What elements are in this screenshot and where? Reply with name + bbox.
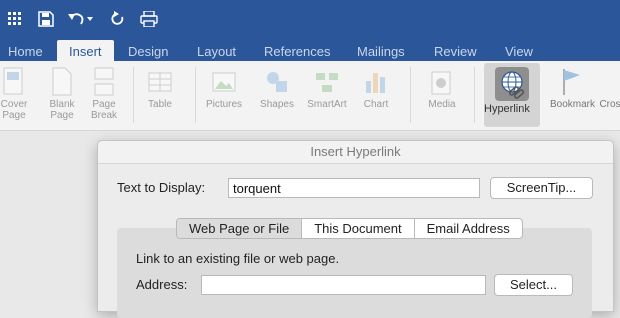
text-to-display-field[interactable]: torquent [228, 178, 480, 198]
bookmark-icon [558, 67, 584, 97]
link-type-segmented-control: Web Page or File This Document Email Add… [176, 218, 523, 239]
ribbon-separator [474, 67, 475, 123]
cross-reference-button[interactable]: Cros [598, 61, 620, 110]
blank-page-icon [49, 67, 75, 97]
pictures-button[interactable]: Pictures [202, 61, 246, 110]
shapes-icon [264, 67, 290, 97]
segment-email-address[interactable]: Email Address [413, 219, 522, 238]
ribbon-tabs: Home Insert Design Layout References Mai… [0, 40, 620, 63]
insert-hyperlink-dialog: Insert Hyperlink Text to Display: torque… [97, 140, 614, 318]
pictures-icon [211, 67, 237, 97]
hyperlink-button[interactable]: Hyperlink [484, 63, 540, 127]
smartart-icon [314, 67, 340, 97]
print-icon[interactable] [140, 9, 158, 29]
text-to-display-label: Text to Display: [117, 180, 206, 195]
hyperlink-icon [495, 67, 529, 101]
table-button[interactable]: Table [142, 61, 178, 110]
ribbon-separator [133, 67, 134, 123]
tab-insert[interactable]: Insert [57, 40, 114, 63]
tab-layout[interactable]: Layout [197, 44, 236, 59]
address-label: Address: [136, 277, 188, 292]
link-options-panel: Link to an existing file or web page. Ad… [117, 228, 592, 318]
chart-button[interactable]: Chart [356, 61, 396, 110]
segment-web-page-or-file[interactable]: Web Page or File [177, 219, 302, 238]
tab-review[interactable]: Review [434, 44, 477, 59]
media-button[interactable]: Media [422, 61, 462, 110]
tab-references[interactable]: References [264, 44, 330, 59]
page-break-button[interactable]: Page Break [88, 61, 120, 121]
save-icon[interactable] [38, 9, 54, 29]
ribbon-separator [195, 67, 196, 123]
tab-home[interactable]: Home [8, 44, 43, 59]
smartart-button[interactable]: SmartArt [305, 61, 349, 110]
dialog-title: Insert Hyperlink [98, 141, 613, 164]
ribbon: Cover Page Blank Page Page Break Table P… [0, 61, 620, 131]
bookmark-button[interactable]: Bookmark [550, 61, 595, 110]
tab-design[interactable]: Design [128, 44, 168, 59]
grid-icon[interactable] [8, 9, 22, 29]
link-hint-text: Link to an existing file or web page. [136, 251, 340, 266]
cross-reference-icon [600, 67, 620, 97]
undo-icon[interactable] [67, 9, 93, 29]
blank-page-button[interactable]: Blank Page [46, 61, 78, 121]
ribbon-separator [410, 67, 411, 123]
chart-icon [363, 67, 389, 97]
tab-mailings[interactable]: Mailings [357, 44, 405, 59]
table-icon [147, 67, 173, 97]
tab-view[interactable]: View [505, 44, 533, 59]
select-button[interactable]: Select... [494, 274, 573, 296]
screentip-button[interactable]: ScreenTip... [490, 177, 593, 199]
media-icon [429, 67, 455, 97]
page-break-icon [91, 67, 117, 97]
segment-this-document[interactable]: This Document [301, 219, 413, 238]
address-field[interactable] [201, 275, 486, 295]
redo-icon[interactable] [110, 9, 126, 29]
cover-page-icon [1, 67, 27, 97]
title-bar [0, 0, 620, 40]
cover-page-button[interactable]: Cover Page [0, 61, 30, 121]
shapes-button[interactable]: Shapes [255, 61, 299, 110]
